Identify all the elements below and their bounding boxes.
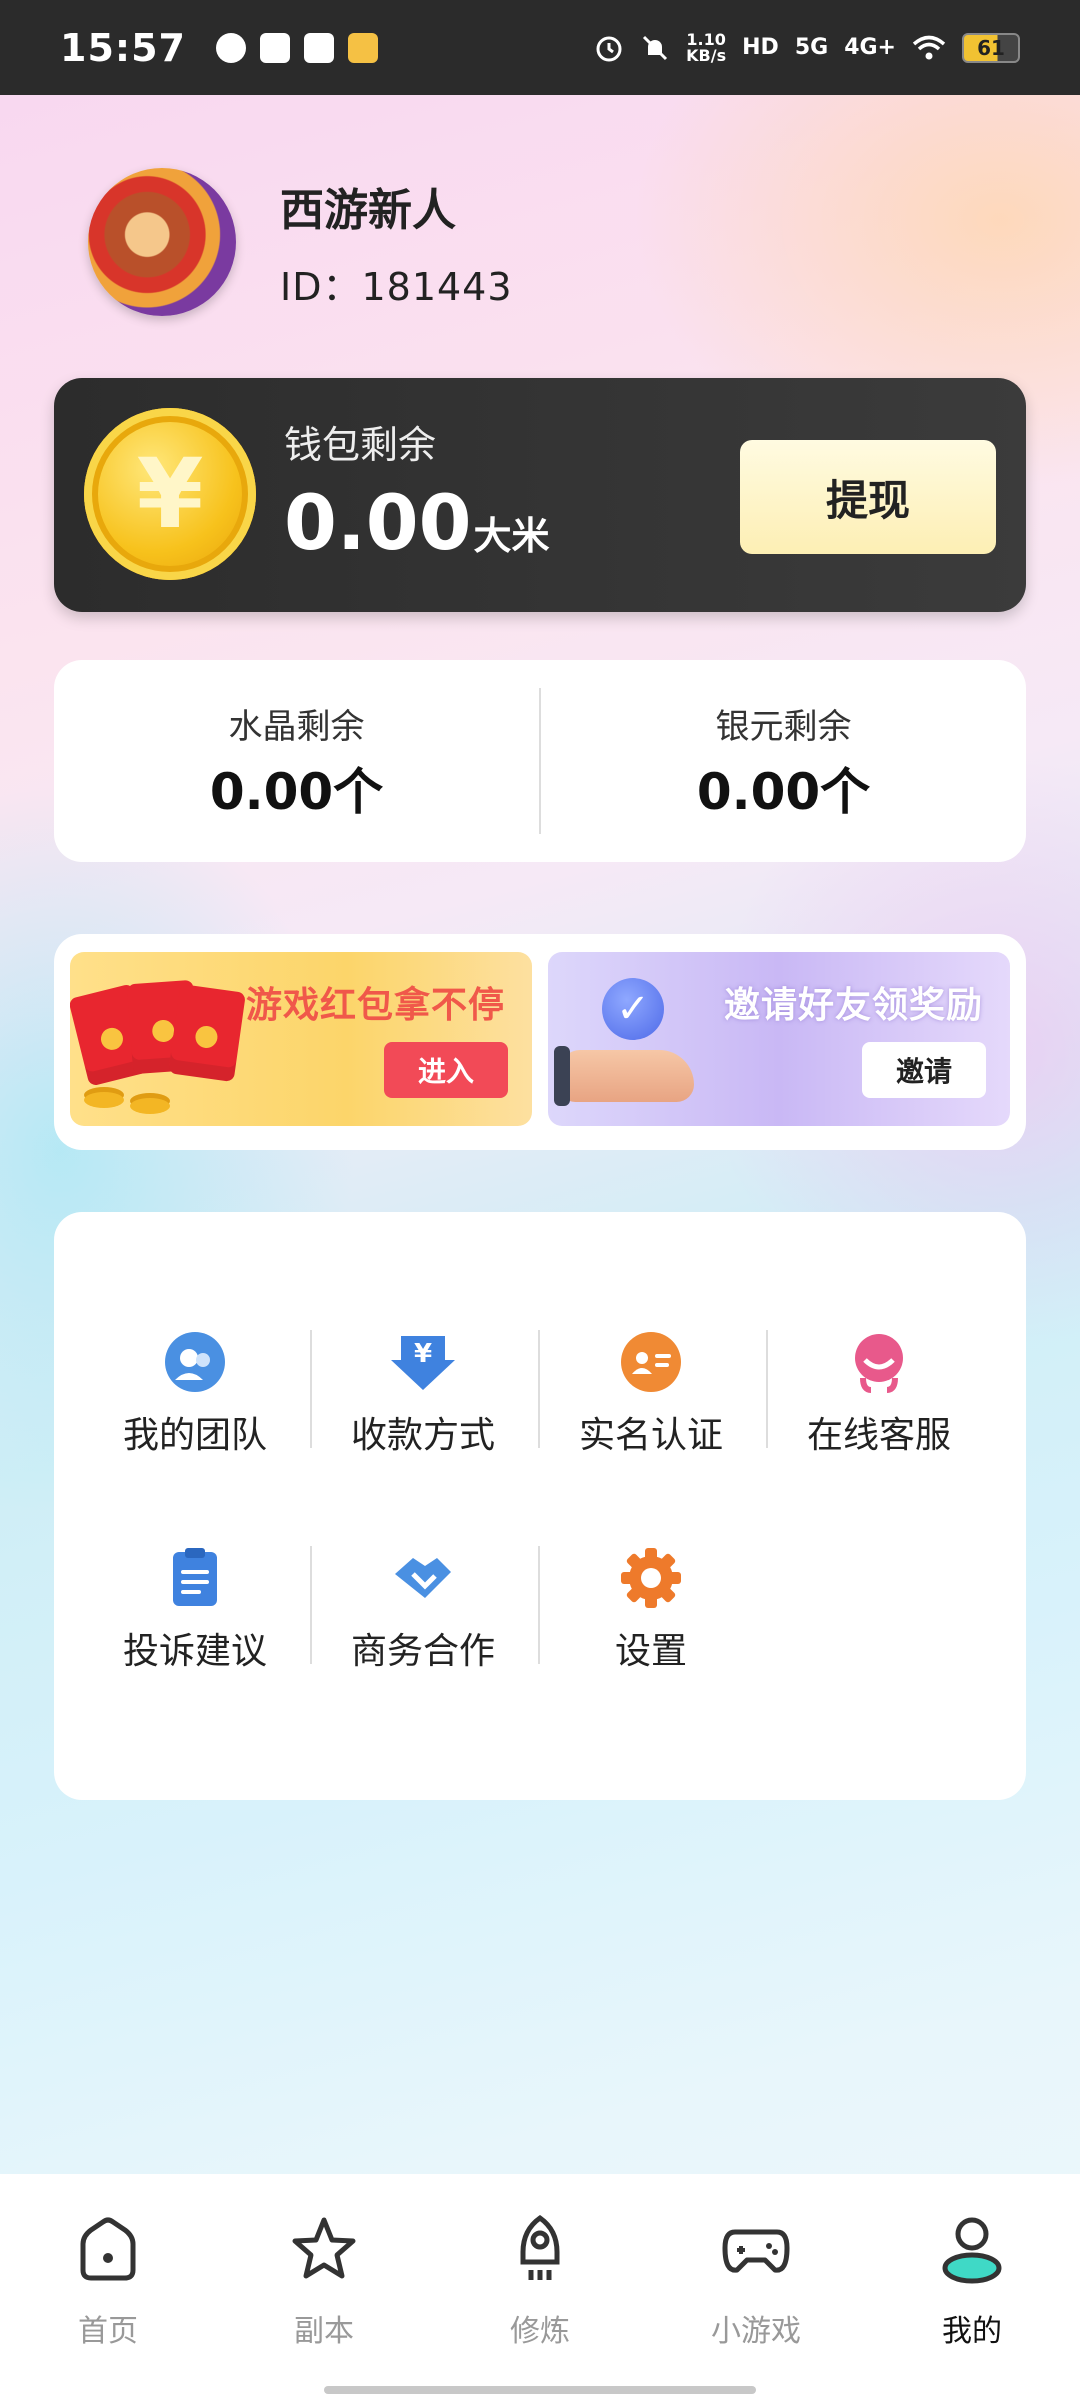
coin-pile-icon [130, 1098, 170, 1114]
payment-icon: ¥ [391, 1330, 455, 1394]
inbox-icon [259, 32, 290, 63]
user-id: ID：181443 [280, 264, 513, 309]
weibo-icon [347, 32, 378, 63]
baidu-icon [303, 32, 334, 63]
profile-header: 西游新人 ID：181443 [88, 168, 513, 316]
menu-item-settings[interactable]: 设置 [537, 1546, 765, 1686]
invite-title: 邀请好友领奖励 [724, 985, 984, 1026]
home-icon [80, 2217, 136, 2281]
promo-panel: 游戏红包拿不停 进入 ✓ 邀请好友领奖励 邀请 [54, 934, 1026, 1150]
battery-icon: 61 [962, 32, 1020, 63]
tab-minigames[interactable]: 小游戏 [648, 2214, 864, 2350]
gear-icon [619, 1546, 683, 1610]
crystal-balance-label: 水晶剩余 [228, 706, 365, 747]
status-bar: 15:57 1.10 KB/s HD 5G 4G+ 61 [0, 0, 1080, 95]
wallet-label: 钱包剩余 [284, 423, 437, 467]
svg-text:¥: ¥ [414, 1339, 432, 1369]
tab-dungeon[interactable]: 副本 [216, 2214, 432, 2350]
invite-button[interactable]: 邀请 [862, 1042, 986, 1098]
rocket-icon [520, 2214, 560, 2280]
silver-balance-label: 银元剩余 [715, 706, 852, 747]
notification-icons [215, 32, 378, 63]
id-card-icon [619, 1330, 683, 1394]
sim1-signal: 5G [794, 35, 829, 60]
tab-label-dungeon: 副本 [294, 2314, 354, 2349]
tab-label-training: 修炼 [510, 2314, 570, 2349]
star-icon [292, 2217, 356, 2279]
sim2-signal: 4G+ [844, 35, 896, 60]
tab-label-mine: 我的 [942, 2314, 1002, 2349]
menu-item-business[interactable]: 商务合作 [309, 1546, 537, 1686]
tab-training[interactable]: 修炼 [432, 2214, 648, 2350]
wallet-amount-value: 0.00 [284, 478, 472, 567]
wallet-card: ¥ 钱包剩余 0.00大米 提现 [54, 378, 1026, 612]
wifi-icon [912, 35, 946, 59]
tab-home[interactable]: 首页 [0, 2214, 216, 2350]
silver-balance-value: 0.00个 [696, 762, 871, 821]
invite-banner[interactable]: ✓ 邀请好友领奖励 邀请 [548, 952, 1010, 1126]
hd-badge: HD [742, 35, 779, 60]
menu-label-payment: 收款方式 [350, 1415, 495, 1456]
menu-item-payment[interactable]: ¥ 收款方式 [309, 1330, 537, 1470]
crystal-balance-value: 0.00个 [209, 762, 384, 821]
home-indicator[interactable] [324, 2386, 756, 2394]
feedback-icon [163, 1546, 227, 1610]
system-icons: 1.10 KB/s HD 5G 4G+ 61 [594, 29, 1020, 65]
gamepad-icon [722, 2229, 790, 2273]
hand-icon [558, 1050, 694, 1102]
coin-icon: ¥ [84, 408, 256, 580]
red-envelope-icon [168, 983, 246, 1083]
menu-label-team: 我的团队 [122, 1415, 267, 1456]
tab-mine[interactable]: 我的 [864, 2214, 1080, 2350]
bottom-tab-bar: 首页 副本 修炼 小游戏 我的 [0, 2174, 1080, 2400]
bell-muted-icon [643, 35, 668, 60]
silver-balance[interactable]: 银元剩余 0.00个 [541, 660, 1026, 862]
customer-service-icon [847, 1330, 911, 1394]
handshake-icon [391, 1546, 455, 1610]
menu-item-customer-service[interactable]: 在线客服 [765, 1330, 993, 1470]
menu-label-settings: 设置 [614, 1631, 687, 1672]
menu-label-verification: 实名认证 [578, 1415, 723, 1456]
check-circle-icon [215, 32, 246, 63]
username: 西游新人 [280, 184, 456, 236]
enter-button[interactable]: 进入 [384, 1042, 508, 1098]
wallet-amount: 0.00大米 [284, 478, 550, 567]
network-speed: 1.10 KB/s [686, 29, 727, 65]
menu-item-feedback[interactable]: 投诉建议 [81, 1546, 309, 1686]
red-packet-banner[interactable]: 游戏红包拿不停 进入 [70, 952, 532, 1126]
status-time: 15:57 [60, 25, 186, 70]
menu-card: 我的团队 ¥ 收款方式 实名认证 在线客服 投诉建议 商务合作 设置 [54, 1212, 1026, 1800]
wallet-amount-unit: 大米 [473, 514, 550, 558]
menu-item-team[interactable]: 我的团队 [81, 1330, 309, 1470]
withdraw-button[interactable]: 提现 [740, 440, 996, 554]
check-badge-icon: ✓ [602, 978, 664, 1040]
tab-label-home: 首页 [78, 2314, 138, 2349]
menu-label-feedback: 投诉建议 [122, 1631, 267, 1672]
menu-label-customer-service: 在线客服 [806, 1415, 951, 1456]
coin-pile-icon [84, 1092, 124, 1108]
alarm-icon [596, 36, 622, 61]
tab-label-minigames: 小游戏 [711, 2314, 801, 2349]
menu-label-business: 商务合作 [350, 1631, 495, 1672]
balances-card: 水晶剩余 0.00个 银元剩余 0.00个 [54, 660, 1026, 862]
avatar[interactable] [88, 168, 236, 316]
cuff-icon [554, 1046, 570, 1106]
menu-item-verification[interactable]: 实名认证 [537, 1330, 765, 1470]
user-icon [942, 2217, 1002, 2284]
crystal-balance[interactable]: 水晶剩余 0.00个 [54, 660, 539, 862]
team-icon [163, 1330, 227, 1394]
red-packet-title: 游戏红包拿不停 [246, 985, 506, 1026]
